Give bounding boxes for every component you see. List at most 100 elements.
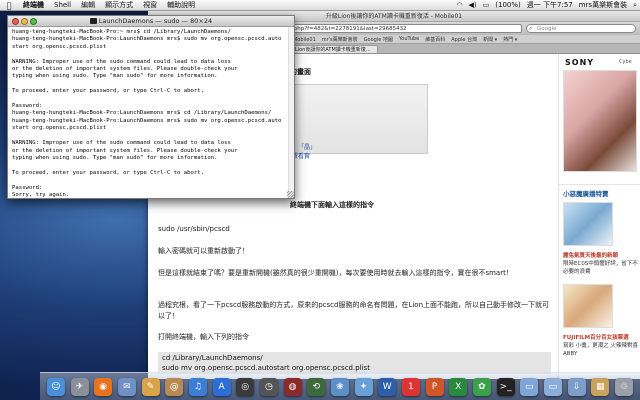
menu-window[interactable]: 視窗 [138,0,162,11]
calendar-icon[interactable]: 1 [401,377,420,396]
firefox-icon[interactable]: ◉ [94,377,113,396]
menu-help[interactable]: 輔助說明 [162,0,200,11]
terminal-line: huang-teng-hungteki-MacBook-Pro:LaunchDa… [12,117,282,124]
terminal-line: WARNING: Improper use of the sudo comman… [12,58,231,65]
downloads-icon[interactable]: ⇩ [567,377,586,396]
brand-tag: Cybe [619,59,632,65]
battery-percent: (100%) [495,0,521,9]
spotlight-icon[interactable]: ⌕ [630,0,640,11]
terminal-line: huang-teng-hungteki-MacBook-Pro:LaunchDa… [12,110,272,117]
close-icon[interactable] [12,18,19,25]
ad-thumbnail[interactable] [563,284,613,328]
time-machine-icon[interactable]: ⟲ [307,377,326,396]
powerpoint-icon[interactable]: P [425,377,444,396]
ad-banner-image[interactable] [563,70,637,172]
terminal-line: WARNING: Improper use of the sudo comman… [12,140,231,147]
search-field[interactable]: ⌕ Google [526,24,636,33]
address-book-icon[interactable]: @ [165,377,184,396]
app-store-icon[interactable]: A [212,377,231,396]
mail-icon[interactable]: ✉ [117,377,136,396]
code-block: cd /Library/LaunchDaemons/ sudo mv org.o… [158,352,551,374]
article-paragraph: 輸入密碼就可以重新啟動了！ [158,247,249,255]
itunes-icon[interactable]: ♫ [188,377,207,396]
menu-bar:  終端機 Shell 編輯 顯示方式 視窗 輔助說明 ◠ ◀) ▭ (100%… [0,0,640,11]
dock: ☺ ✈ ◉ ✉ ✎ @ ♫ A ◎ ◷ ◍ ⟲ ❀ ✦ W 1 P X ✿ >_ ▭ ▭ ⇩ ▦ ♲ [40,372,640,400]
sidebar-block-title[interactable]: 小惡魔廣播特賣 [563,188,609,198]
terminal-line: To proceed, enter your password, or type… [12,169,204,176]
bookmark-item[interactable]: mr's萬樂斯會裝 [322,36,358,43]
terminal-proxy-icon [89,18,97,24]
terminal-title: LaunchDaemons — sudo — 80×24 [98,17,213,25]
photo-booth-icon[interactable]: ◍ [283,377,302,396]
ad-thumbnail[interactable] [563,202,613,246]
bookmark-item[interactable]: 維基百科 [425,36,445,43]
volume-icon[interactable]: ◀) [466,0,480,11]
menubar-clock[interactable]: 週一 下午7:57 [524,0,576,11]
search-placeholder: Google [537,26,557,32]
terminal-output[interactable]: huang-teng-hungteki-MacBook-Pro:~ mrs$ c… [8,27,294,198]
terminal-line: Password: [12,103,43,110]
minimize-icon[interactable] [21,18,28,25]
iphoto-icon[interactable]: ❀ [330,377,349,396]
image-caption-link[interactable]: 「晶」 [298,142,316,151]
terminal-line: Password: [12,184,43,191]
terminal-line: start org.opensc.pcscd.plist [12,125,107,132]
article-heading: 出現這樣的畫面 [262,67,558,78]
sony-logo[interactable]: SONY [565,58,594,67]
bookmark-item[interactable]: Apple 台灣 [451,36,477,43]
folder-icon[interactable]: ▭ [520,377,539,396]
dashboard-icon[interactable]: ◷ [259,377,278,396]
bookmark-item[interactable]: 新聞 ▾ [483,36,497,43]
zoom-icon[interactable] [30,18,37,25]
terminal-line: typing when using sudo. Type "man sudo" … [12,154,218,161]
search-icon: ⌕ [529,25,533,32]
bookmark-item[interactable]: YouTube [399,36,419,42]
article-command: sudo /usr/sbin/pcscd [158,225,230,233]
word-icon[interactable]: W [378,377,397,396]
documents-icon[interactable]: ▭ [543,377,562,396]
divider [559,184,640,185]
package-icon[interactable]: ▦ [591,377,610,396]
terminal-line: start org.opensc.pcscd.plist [12,43,107,50]
finder-icon[interactable]: ☺ [46,377,65,396]
apple-menu-icon[interactable]:  [0,0,18,11]
menu-shell[interactable]: Shell [49,0,76,11]
bookmark-item[interactable]: Google 地圖 [364,36,393,43]
menubar-user[interactable]: mrs萬樂斯會裝 [576,0,630,11]
ad-title[interactable]: FUJIFILM百分百女孩票選 [563,333,629,341]
sidebar-ads: SONY Cybe 小惡魔廣播特賣 麗兔氣質天後最的新穎 限時EC0S中頭體好評… [558,54,640,379]
terminal-line: huang-teng-hungteki-MacBook-Pro:LaunchDa… [12,36,282,43]
resize-handle-icon[interactable] [287,191,294,198]
wifi-icon[interactable]: ◠ [453,0,465,11]
network-icon[interactable]: ✦ [354,377,373,396]
terminal-line: Sorry, try again. [12,191,70,198]
ad-description: 限時EC0S中頭體好評，省下不必要的浪費 [563,261,638,275]
article-paragraph: 但是這樣就結束了嗎？要是重新開機(雖然真的很少重開機)，每次要使用時就去輸入這樣… [158,269,513,277]
menu-terminal[interactable]: 終端機 [18,0,49,11]
battery-icon[interactable]: ▭ [480,0,493,11]
bookmark-item[interactable]: 熱門 ▾ [503,36,517,43]
article-paragraph: 打開終端機，輸入下列的指令 [158,333,249,341]
article-step: 終端機下面輸入這樣的指令 [290,201,374,209]
menu-view[interactable]: 顯示方式 [100,0,138,11]
facetime-icon[interactable]: ◎ [236,377,255,396]
terminal-lines: huang-teng-hungteki-MacBook-Pro:~ mrs$ c… [12,29,290,198]
excel-icon[interactable]: X [449,377,468,396]
terminal-line: typing when using sudo. Type "man sudo" … [12,73,218,80]
terminal-scrollbar[interactable] [288,27,294,198]
trash-icon[interactable]: ♲ [614,377,633,396]
messenger-icon[interactable]: ✿ [472,377,491,396]
notes-icon[interactable]: ✎ [141,377,160,396]
menu-edit[interactable]: 編輯 [76,0,100,11]
terminal-line: To proceed, enter your password, or type… [12,88,204,95]
terminal-icon[interactable]: >_ [496,377,515,396]
launchpad-icon[interactable]: ✈ [70,377,89,396]
ad-title[interactable]: 麗兔氣質天後最的新穎 [563,251,618,259]
code-line: cd /Library/LaunchDaemons/ [162,354,263,362]
terminal-titlebar[interactable]: LaunchDaemons — sudo — 80×24 [8,16,294,27]
